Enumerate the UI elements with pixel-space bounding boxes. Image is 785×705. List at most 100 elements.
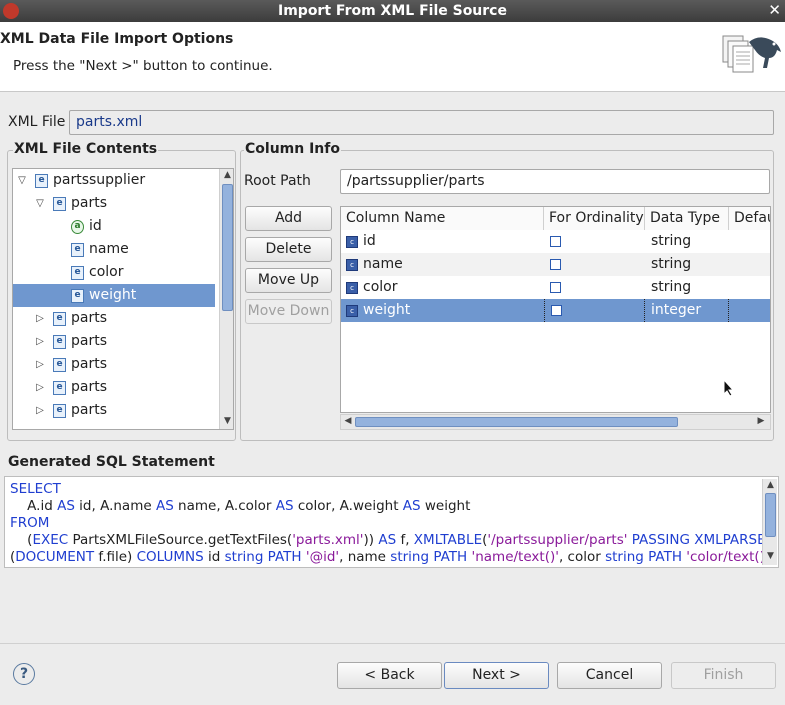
sql-scroll-thumb[interactable]	[765, 493, 776, 537]
cancel-button[interactable]: Cancel	[557, 662, 662, 689]
default-cell[interactable]	[729, 276, 770, 299]
default-cell[interactable]	[729, 253, 770, 276]
table-row[interactable]: c name string	[341, 253, 770, 276]
tree-item-label: parts	[71, 195, 108, 211]
footer-divider	[0, 643, 785, 644]
data-type-cell[interactable]: string	[645, 276, 729, 299]
table-row[interactable]: c color string	[341, 276, 770, 299]
root-path-label: Root Path	[244, 173, 311, 189]
ordinality-cell[interactable]	[544, 253, 645, 276]
default-cell[interactable]	[729, 230, 770, 253]
ordinality-cell[interactable]	[544, 299, 645, 322]
table-scroll-thumb[interactable]	[355, 417, 678, 427]
column-name-cell[interactable]: c name	[341, 253, 544, 276]
tree-item[interactable]: ▽ e partssupplier	[13, 169, 215, 192]
root-path-input[interactable]: /partssupplier/parts	[340, 169, 770, 194]
column-header-default[interactable]: Defau	[729, 207, 770, 230]
collapsed-arrow-icon[interactable]: ▷	[35, 330, 45, 353]
sql-text: ))	[363, 532, 379, 548]
close-icon[interactable]: ✕	[768, 1, 781, 19]
mouse-cursor-icon	[723, 378, 735, 401]
ordinality-checkbox[interactable]	[550, 259, 561, 270]
sql-line: (EXEC PartsXMLFileSource.getTextFiles('p…	[10, 532, 766, 548]
sql-keyword: COLUMNS	[136, 549, 204, 565]
sql-statement-area[interactable]: SELECT A.id AS id, A.name AS name, A.col…	[4, 476, 779, 568]
tree-item[interactable]: ▷ e parts	[13, 330, 215, 353]
table-row[interactable]: c weight integer	[341, 299, 770, 322]
column-name-text: color	[363, 279, 398, 295]
column-name-cell[interactable]: c id	[341, 230, 544, 253]
sql-vertical-scrollbar[interactable]: ▲ ▼	[762, 479, 777, 565]
sql-string: 'color/text()'	[686, 549, 769, 565]
sql-keyword: AS	[155, 498, 174, 514]
sql-keyword: string PATH	[605, 549, 682, 565]
sql-keyword: string PATH	[224, 549, 302, 565]
collapsed-arrow-icon[interactable]: ▷	[35, 376, 45, 399]
xml-tree[interactable]: ▽ e partssupplier ▽ e parts a id e name e color e wei…	[12, 168, 234, 430]
table-horizontal-scrollbar[interactable]: ◀ ▶	[340, 414, 771, 430]
sql-keyword: XMLTABLE	[413, 532, 483, 548]
tree-scroll-thumb[interactable]	[222, 184, 233, 311]
back-button[interactable]: < Back	[337, 662, 442, 689]
table-row[interactable]: c id string	[341, 230, 770, 253]
ordinality-cell[interactable]	[544, 276, 645, 299]
ordinality-checkbox[interactable]	[550, 236, 561, 247]
sql-keyword: DOCUMENT	[15, 549, 95, 565]
scroll-up-arrow-icon[interactable]: ▲	[222, 170, 233, 180]
column-icon: c	[346, 259, 358, 271]
sql-keyword: SELECT	[10, 481, 61, 497]
add-button[interactable]: Add	[245, 206, 332, 231]
data-type-cell[interactable]: integer	[645, 299, 729, 322]
collapsed-arrow-icon[interactable]: ▷	[35, 307, 45, 330]
sql-scroll-up-icon[interactable]: ▲	[765, 480, 776, 490]
scroll-left-arrow-icon[interactable]: ◀	[343, 416, 353, 426]
sql-text: color, A.weight	[293, 498, 403, 514]
sql-scroll-down-icon[interactable]: ▼	[765, 551, 776, 561]
tree-item-label: weight	[89, 287, 137, 303]
expanded-arrow-icon[interactable]: ▽	[35, 192, 45, 215]
tree-item-label: id	[89, 218, 102, 234]
tree-item[interactable]: e color	[13, 261, 215, 284]
help-icon[interactable]: ?	[13, 663, 35, 685]
tree-item[interactable]: a id	[13, 215, 215, 238]
column-header-datatype[interactable]: Data Type	[645, 207, 729, 230]
tree-item[interactable]: ▷ e parts	[13, 307, 215, 330]
tree-item[interactable]: ▷ e parts	[13, 399, 215, 422]
next-button[interactable]: Next >	[444, 662, 549, 689]
finish-button[interactable]: Finish	[671, 662, 776, 689]
ordinality-cell[interactable]	[544, 230, 645, 253]
column-header-ordinality[interactable]: For Ordinality	[544, 207, 645, 230]
xml-file-field[interactable]: parts.xml	[69, 110, 774, 135]
element-icon: e	[53, 404, 66, 418]
move-down-button[interactable]: Move Down	[245, 299, 332, 324]
collapsed-arrow-icon[interactable]: ▷	[35, 353, 45, 376]
scroll-down-arrow-icon[interactable]: ▼	[222, 416, 233, 426]
data-type-cell[interactable]: string	[645, 253, 729, 276]
ordinality-checkbox[interactable]	[550, 282, 561, 293]
sql-string: '@id'	[305, 549, 340, 565]
column-name-cell[interactable]: c weight	[341, 299, 544, 322]
delete-button[interactable]: Delete	[245, 237, 332, 262]
tree-item-label: parts	[71, 333, 108, 349]
tree-item[interactable]: ▷ e parts	[13, 376, 215, 399]
column-table[interactable]: Column Name For Ordinality Data Type Def…	[340, 206, 771, 413]
data-type-cell[interactable]: string	[645, 230, 729, 253]
default-cell[interactable]	[729, 299, 770, 322]
column-name-cell[interactable]: c color	[341, 276, 544, 299]
sql-keyword: PASSING XMLPARSE	[631, 532, 766, 548]
sql-line: A.id AS id, A.name AS name, A.color AS c…	[10, 498, 470, 514]
scroll-right-arrow-icon[interactable]: ▶	[756, 416, 766, 426]
ordinality-checkbox[interactable]	[551, 305, 562, 316]
sql-text: , name	[339, 549, 391, 565]
move-up-button[interactable]: Move Up	[245, 268, 332, 293]
tree-item[interactable]: ▽ e parts	[13, 192, 215, 215]
sql-string: 'parts.xml'	[292, 532, 364, 548]
tree-item[interactable]: ▷ e parts	[13, 353, 215, 376]
tree-item[interactable]: e name	[13, 238, 215, 261]
tree-vertical-scrollbar[interactable]: ▲ ▼	[219, 169, 233, 429]
column-icon: c	[346, 282, 358, 294]
collapsed-arrow-icon[interactable]: ▷	[35, 399, 45, 422]
column-header-name[interactable]: Column Name	[341, 207, 544, 230]
expanded-arrow-icon[interactable]: ▽	[17, 169, 27, 192]
tree-item[interactable]: e weight	[13, 284, 215, 307]
